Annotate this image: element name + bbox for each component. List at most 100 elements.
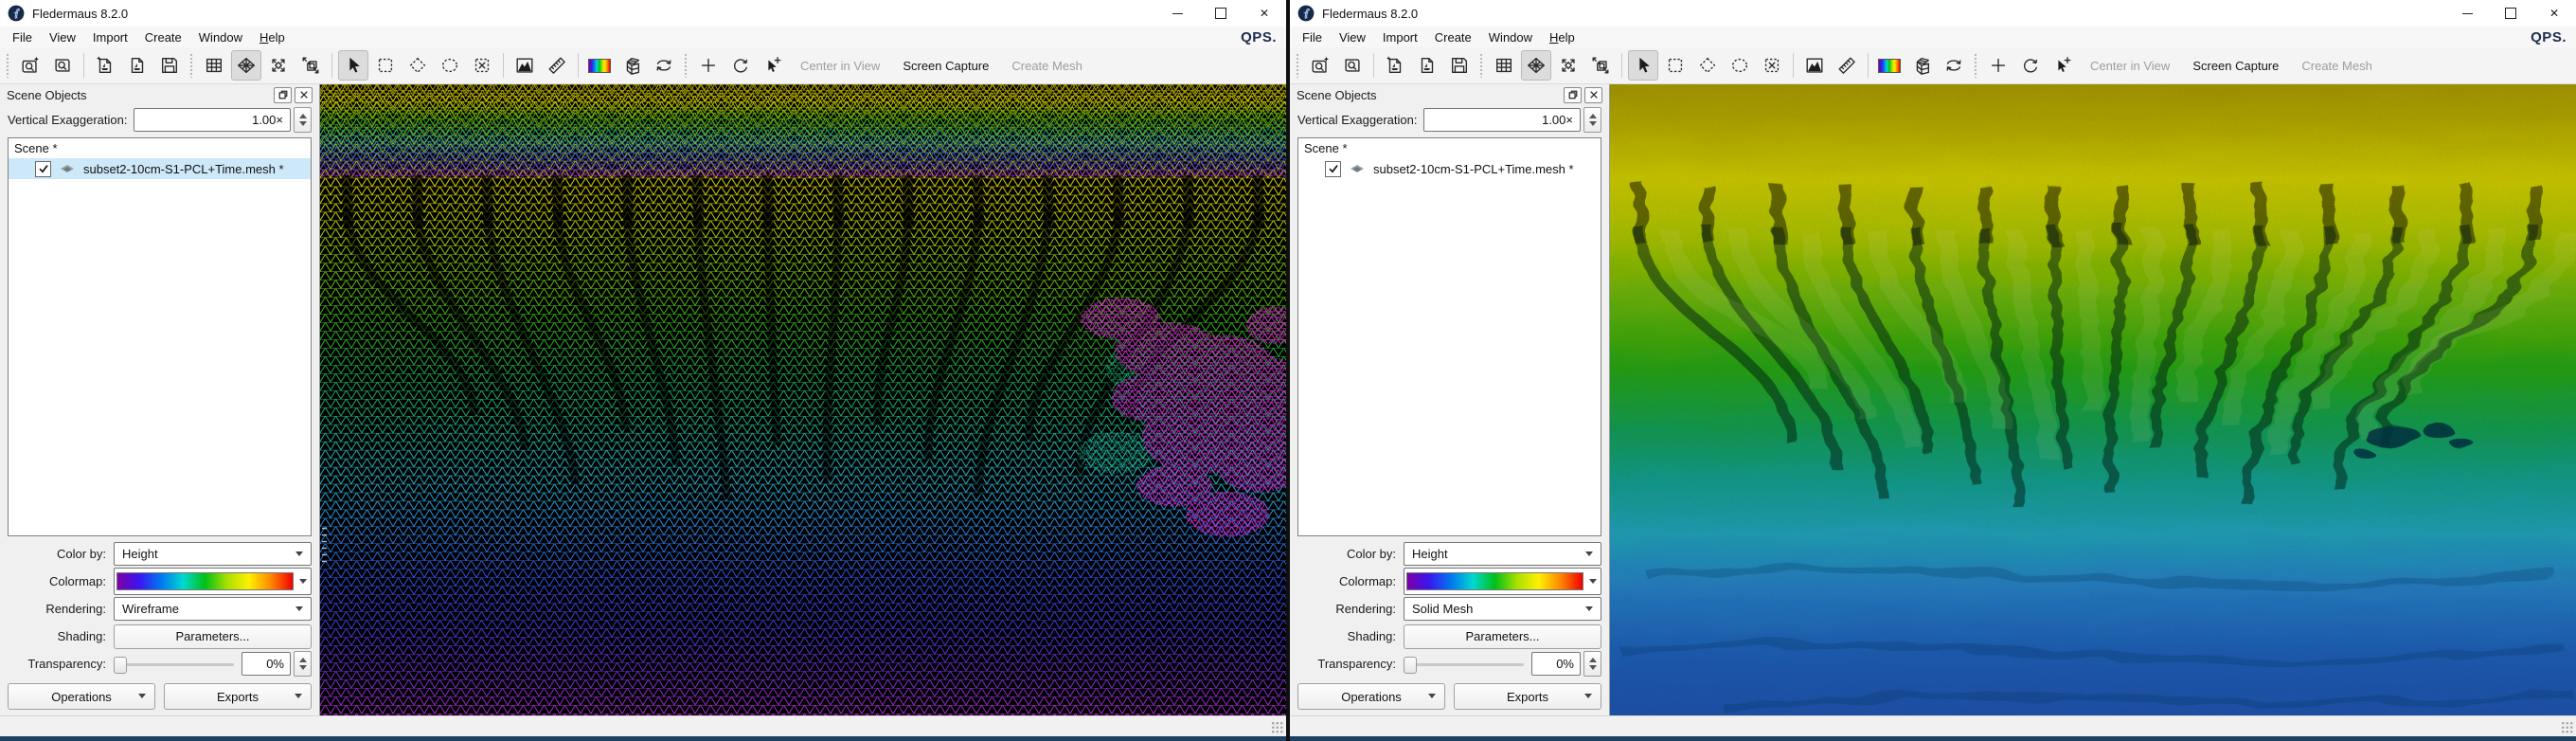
rect-select-icon[interactable]: [1660, 50, 1690, 81]
slider-handle[interactable]: [1404, 657, 1417, 674]
menu-import[interactable]: Import: [1374, 28, 1426, 46]
import-data-icon[interactable]: [1380, 50, 1410, 81]
polygon-select-icon[interactable]: [1692, 50, 1723, 81]
titlebar[interactable]: Fledermaus 8.2.0 ✕: [0, 0, 1286, 27]
transparency-slider[interactable]: [114, 653, 236, 676]
spin-up-icon[interactable]: [299, 658, 307, 662]
add-plus-icon[interactable]: [693, 50, 724, 81]
toolbar-drag-handle[interactable]: [1974, 53, 1978, 78]
transparency-value[interactable]: 0%: [1531, 652, 1581, 676]
menu-file[interactable]: File: [1294, 28, 1331, 46]
pointer-tool-icon[interactable]: [338, 50, 368, 81]
grid-view-icon[interactable]: [1489, 50, 1519, 81]
tree-root-scene[interactable]: Scene *: [9, 138, 311, 158]
rendering-select[interactable]: Solid Mesh: [1404, 597, 1601, 621]
grid-3d-icon[interactable]: [617, 50, 647, 81]
scene-tree[interactable]: Scene * subset2-10cm-S1-PCL+Time.mesh *: [8, 137, 312, 536]
open-project-icon[interactable]: [47, 50, 78, 81]
toolbar-button-create-mesh[interactable]: Create Mesh: [1001, 59, 1092, 73]
toolbar-drag-handle[interactable]: [6, 53, 10, 78]
zoom-extents-icon[interactable]: [1553, 50, 1583, 81]
open-project-icon[interactable]: [1337, 50, 1368, 81]
toolbar-button-create-mesh[interactable]: Create Mesh: [2291, 59, 2382, 73]
profile-chart-icon[interactable]: [1799, 50, 1830, 81]
mesh-view-icon[interactable]: [1521, 50, 1551, 81]
spin-up-icon[interactable]: [1589, 658, 1597, 662]
menu-import[interactable]: Import: [84, 28, 136, 46]
toolbar-drag-handle[interactable]: [1296, 53, 1300, 78]
spin-down-icon[interactable]: [1589, 121, 1597, 126]
transparency-spinner[interactable]: [294, 651, 312, 677]
maximize-button[interactable]: [1199, 0, 1243, 27]
float-panel-icon[interactable]: [274, 87, 292, 103]
measure-ruler-icon[interactable]: [542, 50, 572, 81]
resize-grip[interactable]: [1271, 721, 1284, 734]
shading-parameters-button[interactable]: Parameters...: [114, 624, 312, 649]
spin-down-icon[interactable]: [1589, 665, 1597, 670]
toolbar-button-center-in-view[interactable]: Center in View: [790, 59, 890, 73]
vertical-exaggeration-input[interactable]: 1.00×: [134, 108, 291, 132]
reset-rotation-icon[interactable]: [725, 50, 756, 81]
clear-selection-icon[interactable]: [1757, 50, 1787, 81]
clear-selection-icon[interactable]: [467, 50, 497, 81]
polygon-select-icon[interactable]: [402, 50, 433, 81]
spin-down-icon[interactable]: [299, 665, 307, 670]
grid-view-icon[interactable]: [199, 50, 229, 81]
pointer-tool-icon[interactable]: [1628, 50, 1658, 81]
profile-chart-icon[interactable]: [510, 50, 540, 81]
operations-button[interactable]: Operations: [1297, 683, 1445, 710]
menu-create[interactable]: Create: [1426, 28, 1480, 46]
transparency-value[interactable]: 0%: [242, 652, 291, 676]
zoom-selection-icon[interactable]: [295, 50, 326, 81]
toolbar-drag-handle[interactable]: [189, 53, 194, 78]
scene-3d-view[interactable]: [1610, 84, 2576, 715]
visibility-checkbox[interactable]: [1325, 161, 1341, 177]
spin-down-icon[interactable]: [299, 121, 307, 126]
vertical-exaggeration-input[interactable]: 1.00×: [1423, 108, 1581, 132]
swap-views-icon[interactable]: [649, 50, 679, 81]
save-icon[interactable]: [1444, 50, 1475, 81]
vertical-exaggeration-spinner[interactable]: [1583, 107, 1601, 133]
vertical-exaggeration-spinner[interactable]: [294, 107, 312, 133]
lasso-select-icon[interactable]: [435, 50, 465, 81]
close-panel-icon[interactable]: [1584, 87, 1602, 103]
colormap-select[interactable]: [114, 568, 312, 595]
close-panel-icon[interactable]: [295, 87, 313, 103]
menu-create[interactable]: Create: [136, 28, 190, 46]
colormap-select[interactable]: [1404, 568, 1601, 595]
exports-button[interactable]: Exports: [164, 683, 312, 710]
new-project-icon[interactable]: [1305, 50, 1335, 81]
exports-button[interactable]: Exports: [1454, 683, 1601, 710]
maximize-button[interactable]: [2489, 0, 2532, 27]
minimize-button[interactable]: [2445, 0, 2489, 27]
tree-item-mesh[interactable]: subset2-10cm-S1-PCL+Time.mesh *: [9, 158, 311, 179]
new-project-icon[interactable]: [15, 50, 45, 81]
import-data-icon[interactable]: [90, 50, 120, 81]
transparency-spinner[interactable]: [1583, 651, 1601, 677]
swap-views-icon[interactable]: [1939, 50, 1969, 81]
menu-window[interactable]: Window: [1480, 28, 1541, 46]
resize-grip[interactable]: [2561, 721, 2574, 734]
menu-help[interactable]: Help: [1541, 28, 1583, 46]
save-icon[interactable]: [154, 50, 185, 81]
tree-root-scene[interactable]: Scene *: [1298, 138, 1601, 158]
colormap-icon[interactable]: [1874, 50, 1905, 81]
menu-view[interactable]: View: [41, 28, 84, 46]
reset-rotation-icon[interactable]: [2015, 50, 2046, 81]
minimize-button[interactable]: [1155, 0, 1199, 27]
visibility-checkbox[interactable]: [35, 161, 51, 177]
toolbar-button-center-in-view[interactable]: Center in View: [2080, 59, 2180, 73]
operations-button[interactable]: Operations: [8, 683, 155, 710]
titlebar[interactable]: Fledermaus 8.2.0 ✕: [1290, 0, 2576, 27]
spin-up-icon[interactable]: [299, 114, 307, 118]
color-by-select[interactable]: Height: [1404, 542, 1601, 566]
color-by-select[interactable]: Height: [114, 542, 312, 566]
colormap-icon[interactable]: [584, 50, 615, 81]
pick-add-icon[interactable]: [2048, 50, 2078, 81]
zoom-extents-icon[interactable]: [263, 50, 294, 81]
import-vessel-icon[interactable]: [122, 50, 152, 81]
menu-help[interactable]: Help: [251, 28, 294, 46]
close-button[interactable]: ✕: [1243, 0, 1286, 27]
shading-parameters-button[interactable]: Parameters...: [1404, 624, 1601, 649]
pick-add-icon[interactable]: [758, 50, 788, 81]
